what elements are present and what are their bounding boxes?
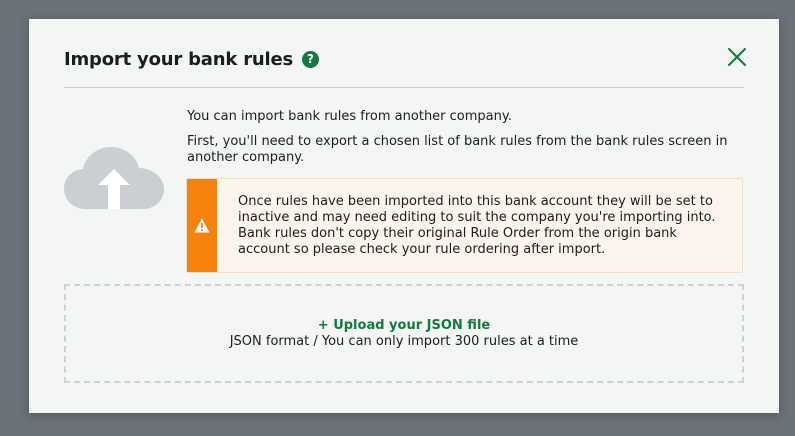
- upload-dropzone[interactable]: + Upload your JSON file JSON format / Yo…: [64, 284, 744, 383]
- dialog-title: Import your bank rules: [64, 48, 293, 70]
- help-icon[interactable]: ?: [301, 50, 319, 68]
- warning-icon: [194, 218, 210, 233]
- close-button[interactable]: [726, 46, 748, 68]
- cloud-upload-icon: [64, 147, 164, 211]
- warning-text: Once rules have been imported into this …: [238, 194, 716, 257]
- import-bank-rules-dialog: Import your bank rules ? You can import …: [29, 19, 779, 413]
- dialog-header: Import your bank rules ?: [64, 46, 319, 72]
- intro-line-1: You can import bank rules from another c…: [187, 109, 512, 124]
- close-icon: [728, 48, 746, 66]
- intro-text: You can import bank rules from another c…: [187, 109, 747, 166]
- intro-line-2: First, you'll need to export a chosen li…: [187, 134, 728, 165]
- warning-bar: [187, 179, 217, 272]
- upload-hint: JSON format / You can only import 300 ru…: [229, 333, 579, 349]
- header-divider: [64, 87, 744, 88]
- warning-banner: Once rules have been imported into this …: [186, 178, 743, 273]
- upload-json-link[interactable]: + Upload your JSON file: [318, 318, 490, 334]
